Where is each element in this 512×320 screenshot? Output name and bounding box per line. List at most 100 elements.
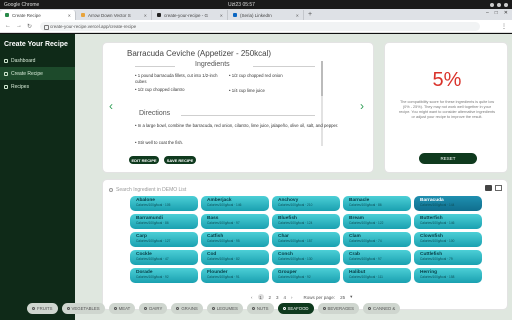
previous-page-icon[interactable]: ‹ xyxy=(251,295,253,300)
category-chip-meat[interactable]: MEAT xyxy=(108,303,136,314)
browser-tab[interactable]: (Seria) LinkedIn ✕ xyxy=(228,10,304,20)
page-button[interactable]: 3 xyxy=(276,295,279,300)
divider xyxy=(135,66,175,67)
close-window-icon[interactable]: ✕ xyxy=(504,10,508,16)
next-arrow-icon[interactable]: › xyxy=(360,99,364,113)
ingredient-card[interactable]: Bass Calories/100g/kcal · 97 xyxy=(201,214,269,229)
search-input[interactable]: Search Ingredient in DEMO List xyxy=(109,185,479,194)
ingredient-card[interactable]: Bream Calories/100g/kcal · 122 xyxy=(343,214,411,229)
reset-button[interactable]: RESET xyxy=(419,153,477,164)
ingredient-card[interactable]: Barracuda Calories/100g/kcal · 144 xyxy=(414,196,482,211)
category-label: BEVERAGES xyxy=(327,306,355,311)
category-chip-vegetables[interactable]: VEGETABLES xyxy=(61,303,105,314)
close-icon[interactable]: ✕ xyxy=(144,13,147,18)
ingredient-card[interactable]: Dorade Calories/100g/kcal · 92 xyxy=(130,268,198,283)
ingredient-card[interactable]: Catfish Calories/100g/kcal · 95 xyxy=(201,232,269,247)
ingredient-calories: Calories/100g/kcal · 146 xyxy=(420,221,455,225)
close-icon[interactable]: ✕ xyxy=(68,13,71,18)
category-icon xyxy=(211,307,215,310)
list-view-icon[interactable] xyxy=(485,185,492,191)
save-recipe-button[interactable]: SAVE RECIPE xyxy=(164,156,196,164)
volume-icon xyxy=(497,2,501,7)
compatibility-description: The compatibility score for these ingred… xyxy=(398,100,496,119)
sidebar-item-recipes[interactable]: Recipes xyxy=(0,80,75,93)
ingredient-card[interactable]: Anchovy Calories/100g/kcal · 210 xyxy=(272,196,340,211)
browser-nav: ← → ↻ xyxy=(5,23,32,30)
new-tab-icon[interactable]: + xyxy=(308,11,312,18)
ingredient-card[interactable]: Crab Calories/100g/kcal · 97 xyxy=(343,250,411,265)
ingredient-card[interactable]: Flounder Calories/100g/kcal · 91 xyxy=(201,268,269,283)
create-icon xyxy=(4,71,8,76)
ingredient-card[interactable]: Amberjack Calories/100g/kcal · 146 xyxy=(201,196,269,211)
page-button[interactable]: 2 xyxy=(269,295,272,300)
ingredient-card[interactable]: Bluefish Calories/100g/kcal · 124 xyxy=(272,214,340,229)
category-chip-canned[interactable]: CANNED & xyxy=(363,303,401,314)
ingredient-list-card: Search Ingredient in DEMO List Abalone Ca… xyxy=(102,179,508,310)
browser-menu-icon[interactable]: ⋮ xyxy=(501,23,507,30)
ingredients-scrollbar[interactable] xyxy=(321,61,323,146)
category-bar: FRUITS VEGETABLES MEAT DAIRY GRAINS LEGUMES NU… xyxy=(27,303,437,316)
ingredient-card[interactable]: Clownfish Calories/100g/kcal · 100 xyxy=(414,232,482,247)
ingredient-calories: Calories/100g/kcal · 97 xyxy=(349,257,382,261)
tab-label: Arrow Down Vector S xyxy=(88,12,131,18)
rows-per-page-label: Rows per page: xyxy=(303,294,336,300)
category-chip-seafood[interactable]: SEAFOOD xyxy=(277,303,314,314)
maximize-icon[interactable]: □ xyxy=(495,10,498,16)
page-button[interactable]: 1 xyxy=(257,294,264,300)
close-icon[interactable]: ✕ xyxy=(296,13,299,18)
browser-tab[interactable]: Arrow Down Vector S ✕ xyxy=(76,10,152,20)
chevron-down-icon[interactable]: ▾ xyxy=(350,294,352,300)
category-chip-fruits[interactable]: FRUITS xyxy=(27,303,58,314)
ingredient-card[interactable]: Grouper Calories/100g/kcal · 92 xyxy=(272,268,340,283)
minimize-icon[interactable]: – xyxy=(486,10,489,16)
ingredients-right: • 1/2 cup chopped red onion • 1/4 cup li… xyxy=(229,73,319,93)
category-chip-dairy[interactable]: DAIRY xyxy=(139,303,168,314)
ingredient-card[interactable]: Barnacle Calories/100g/kcal · 86 xyxy=(343,196,411,211)
network-icon xyxy=(490,2,494,7)
grid-view-icon[interactable] xyxy=(495,185,502,191)
sidebar-item-create-recipe[interactable]: Create Recipe xyxy=(0,67,75,80)
compatibility-card: 5% The compatibility score for these ing… xyxy=(384,42,508,173)
reload-icon[interactable]: ↻ xyxy=(27,23,32,30)
ingredient-card[interactable]: Conch Calories/100g/kcal · 130 xyxy=(272,250,340,265)
ingredient-grid: Abalone Calories/100g/kcal · 105 Amberjack… xyxy=(130,196,486,283)
app-brand: Create Your Recipe xyxy=(4,41,68,48)
forward-icon[interactable]: → xyxy=(16,23,22,30)
tab-label: Create Recipe xyxy=(12,12,41,18)
ingredient-calories: Calories/100g/kcal · 92 xyxy=(278,275,311,279)
ingredient-card[interactable]: Barramundi Calories/100g/kcal · 86 xyxy=(130,214,198,229)
ingredient-calories: Calories/100g/kcal · 158 xyxy=(420,275,455,279)
category-chip-beverages[interactable]: BEVERAGES xyxy=(317,303,360,314)
back-icon[interactable]: ← xyxy=(5,23,11,30)
category-chip-grains[interactable]: GRAINS xyxy=(171,303,203,314)
category-label: CANNED & xyxy=(373,306,396,311)
ingredient-card[interactable]: Clam Calories/100g/kcal · 74 xyxy=(343,232,411,247)
browser-tab[interactable]: Create Recipe ✕ xyxy=(0,10,76,20)
category-chip-legumes[interactable]: LEGUMES xyxy=(206,303,243,314)
edit-recipe-button[interactable]: EDIT RECIPE xyxy=(129,156,159,164)
next-page-icon[interactable]: › xyxy=(291,295,293,300)
tab-favicon-icon xyxy=(233,13,237,17)
search-icon xyxy=(109,187,113,192)
ingredient-card[interactable]: Char Calories/100g/kcal · 157 xyxy=(272,232,340,247)
category-chip-nuts[interactable]: NUTS xyxy=(246,303,274,314)
ingredient-card[interactable]: Cuttlefish Calories/100g/kcal · 79 xyxy=(414,250,482,265)
ingredient-card[interactable]: Cod Calories/100g/kcal · 82 xyxy=(201,250,269,265)
book-icon xyxy=(4,84,8,89)
sidebar-item-dashboard[interactable]: Dashboard xyxy=(0,54,75,67)
browser-tab[interactable]: create-your-recipe - G ✕ xyxy=(152,10,228,20)
close-icon[interactable]: ✕ xyxy=(220,13,223,18)
ingredient-card[interactable]: Herring Calories/100g/kcal · 158 xyxy=(414,268,482,283)
url-field[interactable]: create-your-recipe.vercel.app/create-rec… xyxy=(40,21,481,31)
previous-arrow-icon[interactable]: ‹ xyxy=(109,99,113,113)
ingredient-calories: Calories/100g/kcal · 144 xyxy=(420,203,455,207)
page-button[interactable]: 4 xyxy=(284,295,287,300)
ingredient-card[interactable]: Abalone Calories/100g/kcal · 105 xyxy=(130,196,198,211)
ingredient-calories: Calories/100g/kcal · 92 xyxy=(136,275,169,279)
ingredient-line: • 1 pound barracuda fillets, cut into 1/… xyxy=(135,73,218,84)
ingredient-card[interactable]: Butterfish Calories/100g/kcal · 146 xyxy=(414,214,482,229)
ingredient-card[interactable]: Cockle Calories/100g/kcal · 47 xyxy=(130,250,198,265)
rows-per-page-select[interactable]: 25 xyxy=(340,295,345,300)
ingredient-card[interactable]: Carp Calories/100g/kcal · 127 xyxy=(130,232,198,247)
ingredient-card[interactable]: Halibut Calories/100g/kcal · 111 xyxy=(343,268,411,283)
